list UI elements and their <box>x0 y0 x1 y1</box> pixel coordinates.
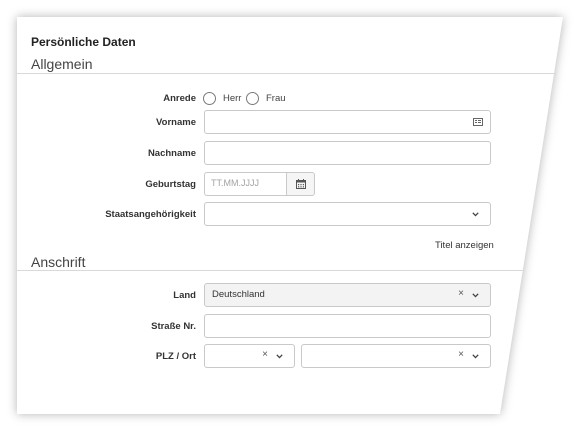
chevron-down-icon <box>472 212 479 217</box>
chevron-down-icon <box>276 354 283 359</box>
chevron-down-icon <box>472 354 479 359</box>
contact-card-icon[interactable] <box>473 118 483 126</box>
section-title-general: Allgemein <box>31 56 93 72</box>
zip-city-label: PLZ / Ort <box>155 351 196 362</box>
clear-icon[interactable]: × <box>262 349 268 360</box>
salutation-radio-frau[interactable] <box>246 92 259 105</box>
birthday-field[interactable]: TT.MM.JJJJ <box>204 172 287 196</box>
nationality-label: Staatsangehörigkeit <box>105 209 196 220</box>
salutation-label: Anrede <box>163 93 196 104</box>
page-title: Persönliche Daten <box>31 35 136 49</box>
section-title-address: Anschrift <box>31 254 86 270</box>
first-name-field[interactable] <box>204 110 491 134</box>
birthday-label: Geburtstag <box>145 179 196 190</box>
calendar-button[interactable] <box>286 172 315 196</box>
street-label: Straße Nr. <box>151 321 196 332</box>
chevron-down-icon <box>472 293 479 298</box>
section-divider-general <box>17 73 556 74</box>
zip-select[interactable]: × <box>204 344 295 368</box>
section-divider-address <box>17 270 524 271</box>
clear-icon[interactable]: × <box>458 288 464 299</box>
salutation-option-frau: Frau <box>266 93 286 104</box>
country-value: Deutschland <box>212 289 265 300</box>
last-name-field[interactable] <box>204 141 491 165</box>
country-label: Land <box>173 290 196 301</box>
salutation-radio-herr[interactable] <box>203 92 216 105</box>
first-name-label: Vorname <box>156 117 196 128</box>
last-name-label: Nachname <box>147 148 196 159</box>
show-title-link[interactable]: Titel anzeigen <box>435 240 494 251</box>
clear-icon[interactable]: × <box>458 349 464 360</box>
salutation-option-herr: Herr <box>223 93 242 104</box>
city-select[interactable]: × <box>301 344 491 368</box>
calendar-icon <box>296 179 306 189</box>
country-select[interactable]: Deutschland × <box>204 283 491 307</box>
birthday-placeholder: TT.MM.JJJJ <box>211 178 259 188</box>
nationality-select[interactable] <box>204 202 491 226</box>
street-field[interactable] <box>204 314 491 338</box>
